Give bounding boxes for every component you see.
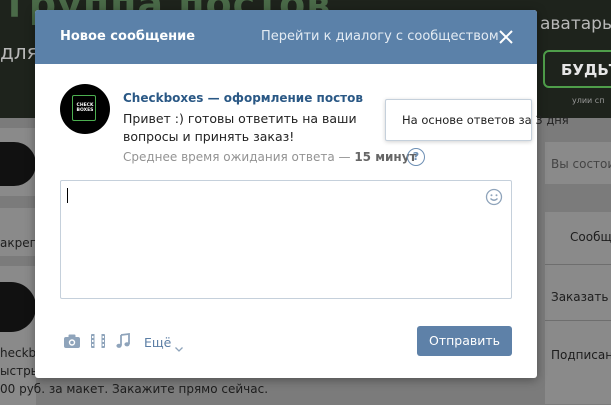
cover-right-text: аватары [540, 14, 611, 34]
bg-right-item: Подписаны [551, 348, 611, 362]
send-button[interactable]: Отправить [417, 326, 512, 356]
divider [545, 320, 611, 321]
emoji-icon[interactable] [485, 188, 503, 206]
help-icon[interactable]: ? [407, 148, 425, 166]
chevron-down-icon[interactable] [174, 338, 184, 352]
photo-icon[interactable] [63, 333, 81, 353]
community-avatar[interactable]: CHECK BOXES [60, 84, 110, 134]
cover-left-text: для [0, 40, 39, 64]
text-caret [67, 188, 68, 203]
music-icon[interactable] [115, 332, 131, 353]
logo-text: CHECK BOXES [76, 103, 94, 113]
bg-search-placeholder: Вы состоит [551, 157, 611, 171]
modal-header: Новое сообщение Перейти к диалогу с сооб… [35, 10, 537, 64]
response-time-tooltip: На основе ответов за 3 дня [385, 99, 569, 141]
divider [545, 264, 611, 265]
tooltip-text: На основе ответов за 3 дня [402, 113, 569, 127]
community-name-link[interactable]: Checkboxes — оформление постов [123, 91, 363, 105]
message-input[interactable] [60, 180, 512, 299]
go-to-dialog-link[interactable]: Перейти к диалогу с сообществом [261, 29, 499, 44]
bg-right-item: Сообщ [570, 230, 611, 244]
modal-title: Новое сообщение [60, 29, 196, 44]
cover-small-text: улии сп [572, 96, 605, 105]
response-time-label: Среднее время ожидания ответа — [123, 150, 351, 164]
more-attachments-button[interactable]: Ещё [144, 335, 171, 350]
close-icon[interactable] [495, 26, 517, 48]
response-time: Среднее время ожидания ответа — 15 минут [123, 150, 416, 164]
cover-button: БУДЬТ [543, 50, 611, 88]
bg-pinned-tab: акреп [0, 236, 38, 250]
bg-right-item: Заказать [551, 290, 609, 304]
community-greeting: Привет :) готовы ответить на ваши вопрос… [123, 111, 357, 144]
bg-post-line: 00 руб. за макет. Закажите прямо сейчас. [0, 382, 269, 396]
new-message-modal: Новое сообщение Перейти к диалогу с сооб… [35, 10, 537, 378]
video-icon[interactable] [90, 333, 106, 353]
